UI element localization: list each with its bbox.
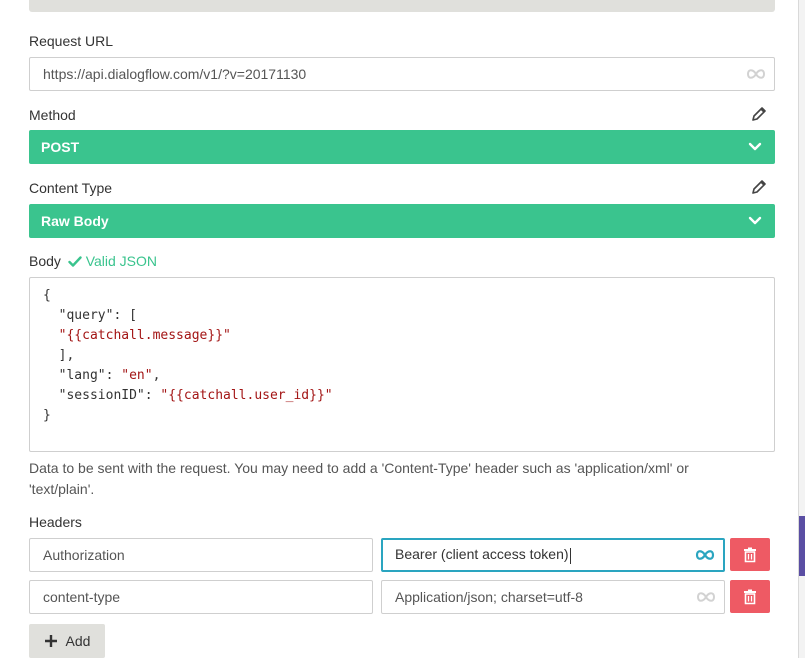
code-string: "{{catchall.user_id}}": [160, 388, 333, 403]
code-string: "{{catchall.message}}": [58, 328, 231, 343]
request-url-value: https://api.dialogflow.com/v1/?v=2017113…: [43, 66, 307, 82]
top-section-bar: [29, 0, 775, 12]
method-select[interactable]: POST: [29, 130, 775, 164]
side-tab: [799, 516, 805, 576]
body-label: Body: [29, 253, 61, 269]
code-line: }: [43, 406, 774, 426]
code-string: "en": [121, 368, 153, 383]
pencil-icon[interactable]: [751, 106, 767, 122]
code-text: ,: [152, 368, 161, 383]
method-value: POST: [41, 139, 80, 155]
code-text: }: [43, 408, 51, 423]
request-url-input[interactable]: https://api.dialogflow.com/v1/?v=2017113…: [29, 57, 775, 91]
method-label: Method: [29, 107, 76, 123]
text-caret: [569, 547, 571, 564]
header-key-value: Authorization: [43, 547, 125, 563]
code-text: "query": [: [43, 308, 137, 323]
code-text: "sessionID":: [43, 388, 161, 403]
loop-icon[interactable]: [695, 549, 715, 561]
header-value-text: Application/json; charset=utf-8: [395, 589, 583, 605]
header-key-input[interactable]: content-type: [29, 580, 373, 614]
valid-json-status: Valid JSON: [85, 253, 158, 269]
delete-header-button[interactable]: [730, 538, 770, 571]
loop-icon[interactable]: [696, 591, 716, 603]
delete-header-button[interactable]: [730, 580, 770, 613]
content-type-select[interactable]: Raw Body: [29, 204, 775, 238]
trash-icon: [744, 589, 756, 604]
code-text: {: [43, 288, 51, 303]
body-help-text: Data to be sent with the request. You ma…: [29, 460, 689, 497]
add-header-button[interactable]: Add: [29, 624, 105, 658]
header-key-input[interactable]: Authorization: [29, 538, 373, 572]
add-button-label: Add: [65, 633, 91, 649]
headers-label: Headers: [29, 514, 82, 530]
code-line: "query": [: [43, 306, 774, 326]
code-line: "lang": "en",: [43, 366, 774, 386]
content-type-label: Content Type: [29, 180, 113, 196]
header-key-value: content-type: [43, 589, 121, 605]
chevron-down-icon: [748, 142, 762, 151]
plus-icon: [44, 635, 57, 647]
content-type-value: Raw Body: [41, 213, 109, 229]
header-value-input[interactable]: Bearer (client access token): [381, 538, 725, 572]
code-line: "{{catchall.message}}": [43, 326, 774, 346]
code-line: ],: [43, 346, 774, 366]
code-line: "sessionID": "{{catchall.user_id}}": [43, 386, 774, 406]
pencil-icon[interactable]: [751, 179, 767, 195]
trash-icon: [744, 547, 756, 562]
body-code-editor[interactable]: { "query": [ "{{catchall.message}}" ], "…: [29, 277, 775, 452]
check-icon: [68, 256, 82, 267]
code-text: ],: [43, 348, 75, 363]
chevron-down-icon: [748, 216, 762, 225]
loop-icon[interactable]: [746, 68, 766, 80]
header-value-text: Bearer (client access token): [395, 546, 569, 563]
request-url-label: Request URL: [29, 33, 114, 49]
code-line: {: [43, 286, 774, 306]
header-value-input[interactable]: Application/json; charset=utf-8: [381, 580, 725, 614]
body-label-row: Body Valid JSON: [29, 253, 157, 269]
code-text: "lang":: [43, 368, 122, 383]
